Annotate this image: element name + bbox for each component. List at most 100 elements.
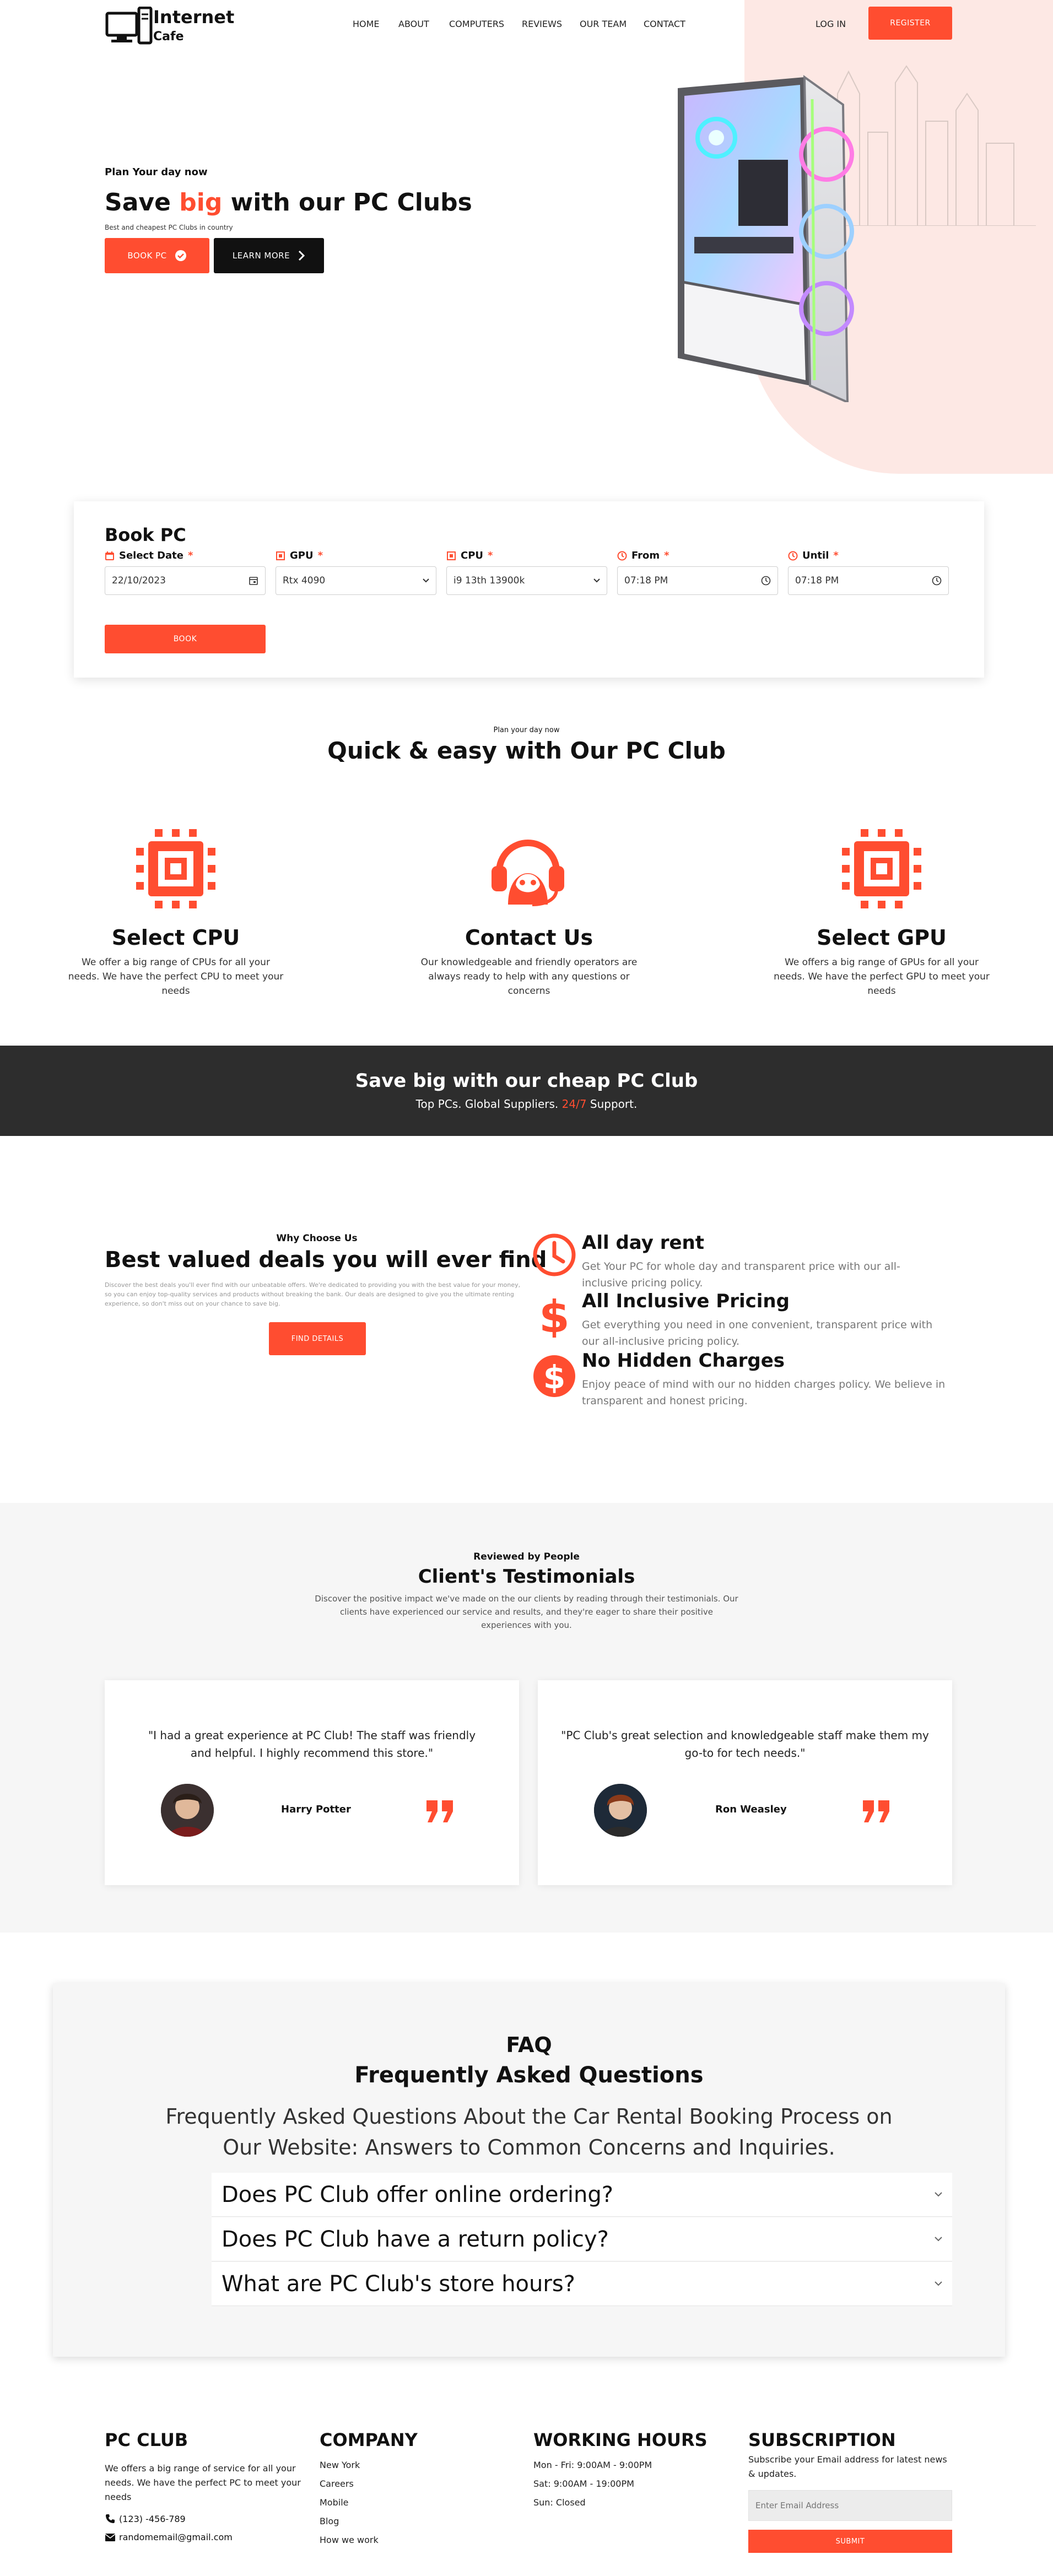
footer-subscription-text: Subscribe your Email address for latest … xyxy=(748,2454,947,2479)
banner-subtitle: Top PCs. Global Suppliers. 24/7 Support. xyxy=(0,1097,1053,1111)
from-label-text: From xyxy=(631,550,660,561)
cpu-select[interactable]: i9 13th 13900k xyxy=(446,566,607,595)
faq-question: Does PC Club have a return policy? xyxy=(222,2226,609,2252)
gpu-value: Rtx 4090 xyxy=(283,575,326,586)
chevron-right-icon xyxy=(299,250,305,261)
feature-cpu-title: Select CPU xyxy=(111,926,240,950)
from-time-input[interactable]: 07:18 PM xyxy=(617,566,778,595)
from-value: 07:18 PM xyxy=(624,575,668,586)
clock-icon xyxy=(788,551,798,560)
footer-link-blog[interactable]: Blog xyxy=(320,2514,339,2529)
hero-kicker: Plan Your day now xyxy=(105,166,208,178)
nav-our-team[interactable]: OUR TEAM xyxy=(580,19,627,29)
faq-item[interactable]: Does PC Club offer online ordering? xyxy=(212,2173,952,2217)
faq-item[interactable]: What are PC Club's store hours? xyxy=(212,2262,952,2306)
footer-hours-sunday: Sun: Closed xyxy=(533,2497,586,2508)
gpu-field-label: GPU * xyxy=(276,550,323,561)
cpu-icon xyxy=(842,829,921,908)
avatar xyxy=(594,1784,647,1837)
svg-text:$: $ xyxy=(539,1294,570,1338)
gpu-select[interactable]: Rtx 4090 xyxy=(276,566,436,595)
why-title: Best valued deals you will ever find xyxy=(105,1247,547,1273)
footer-link-mobile[interactable]: Mobile xyxy=(320,2496,348,2510)
calendar-icon[interactable] xyxy=(249,576,258,586)
clock-icon xyxy=(617,551,627,560)
testimonial-name: Harry Potter xyxy=(281,1804,351,1815)
why-item-1-title: All day rent xyxy=(582,1232,704,1254)
hero-book-button[interactable]: BOOK PC xyxy=(105,238,209,273)
faq-item[interactable]: Does PC Club have a return policy? xyxy=(212,2217,952,2261)
gaming-pc-case-image xyxy=(678,75,854,402)
brand-line1: Internet xyxy=(153,7,235,28)
date-input[interactable]: 22/10/2023 xyxy=(105,566,266,595)
phone-icon xyxy=(106,2514,115,2523)
feature-contact-title: Contact Us xyxy=(465,926,593,950)
footer-email[interactable]: randomemail@gmail.com xyxy=(105,2532,233,2542)
footer-about-text: We offers a big range of service for all… xyxy=(105,2463,301,2502)
dollar-circle-icon: $ xyxy=(533,1355,575,1397)
why-desc: Discover the best deals you'll ever find… xyxy=(105,1281,521,1307)
testimonials-kicker: Reviewed by People xyxy=(473,1551,580,1562)
faq-kicker: FAQ xyxy=(506,2033,552,2057)
headset-operator-icon xyxy=(492,840,564,906)
required-mark: * xyxy=(188,550,193,561)
nav-computers[interactable]: COMPUTERS xyxy=(449,19,504,29)
until-time-input[interactable]: 07:18 PM xyxy=(788,566,949,595)
nav-contact[interactable]: CONTACT xyxy=(644,19,685,29)
footer-about-title: PC CLUB xyxy=(105,2429,188,2450)
hero-title-part1: Save xyxy=(105,188,180,217)
features-title: Quick & easy with Our PC Club xyxy=(327,737,726,764)
chevron-down-icon xyxy=(423,578,429,583)
footer-subscription-title: SUBSCRIPTION xyxy=(748,2429,896,2450)
clock-icon xyxy=(533,1233,576,1276)
testimonials-desc: Discover the positive impact we've made … xyxy=(315,1594,738,1630)
footer-link-careers[interactable]: Careers xyxy=(320,2477,354,2491)
features-kicker: Plan your day now xyxy=(493,726,560,734)
banner-title: Save big with our cheap PC Club xyxy=(355,1070,698,1092)
hero-title: Save big with our PC Clubs xyxy=(105,188,472,217)
subscribe-submit-button[interactable]: SUBMIT xyxy=(748,2530,952,2553)
footer-hours-weekday: Mon - Fri: 9:00AM - 9:00PM xyxy=(533,2460,652,2470)
chevron-down-icon xyxy=(935,2237,942,2242)
testimonial-name: Ron Weasley xyxy=(715,1804,787,1815)
until-label-text: Until xyxy=(802,550,829,561)
svg-text:$: $ xyxy=(543,1359,565,1396)
testimonials-title: Client's Testimonials xyxy=(418,1566,635,1588)
chevron-down-icon xyxy=(593,578,600,583)
why-item-1-desc: Get Your PC for whole day and transparen… xyxy=(582,1260,900,1289)
nav-reviews[interactable]: REVIEWS xyxy=(522,19,562,29)
footer-link-how-we-work[interactable]: How we work xyxy=(320,2533,379,2547)
booking-card: Book PC Select Date * GPU * CPU * From * Unt… xyxy=(74,501,984,678)
register-button[interactable]: REGISTER xyxy=(868,7,952,40)
testimonial-card: "PC Club's great selection and knowledge… xyxy=(538,1680,952,1885)
testimonial-quote: "PC Club's great selection and knowledge… xyxy=(561,1729,929,1760)
brand-logo[interactable]: Internet Cafe xyxy=(105,4,237,45)
why-item-3-desc: Enjoy peace of mind with our no hidden c… xyxy=(582,1378,946,1407)
footer-link-new-york[interactable]: New York xyxy=(320,2458,360,2472)
why-item-3-title: No Hidden Charges xyxy=(582,1350,785,1372)
date-label-text: Select Date xyxy=(119,550,183,561)
subscribe-email-input[interactable] xyxy=(748,2490,952,2521)
clock-icon[interactable] xyxy=(761,576,771,586)
login-link[interactable]: LOG IN xyxy=(816,19,846,29)
clock-icon[interactable] xyxy=(932,576,942,586)
hero-title-part2: with our PC Clubs xyxy=(222,188,472,217)
footer-phone[interactable]: (123) -456-789 xyxy=(105,2513,186,2524)
from-field-label: From * xyxy=(617,550,669,561)
chevron-down-icon xyxy=(935,2192,942,2197)
feature-contact-desc: Our knowledgeable and friendly operators… xyxy=(420,957,638,997)
quote-mark-icon xyxy=(863,1800,889,1822)
find-details-button[interactable]: FIND DETAILS xyxy=(269,1322,366,1355)
avatar xyxy=(161,1784,214,1837)
footer-hours-title: WORKING HOURS xyxy=(533,2429,708,2450)
nav-home[interactable]: HOME xyxy=(353,19,380,29)
cpu-icon xyxy=(136,829,215,908)
nav-about[interactable]: ABOUT xyxy=(398,19,429,29)
book-submit-button[interactable]: BOOK xyxy=(105,625,266,653)
cpu-label-text: CPU xyxy=(461,550,484,561)
hero-book-label: BOOK PC xyxy=(127,251,167,261)
required-mark: * xyxy=(317,550,323,561)
testimonial-quote: "I had a great experience at PC Club! Th… xyxy=(148,1729,476,1760)
hero-learn-button[interactable]: LEARN MORE xyxy=(214,238,324,273)
computer-icon xyxy=(105,7,153,45)
